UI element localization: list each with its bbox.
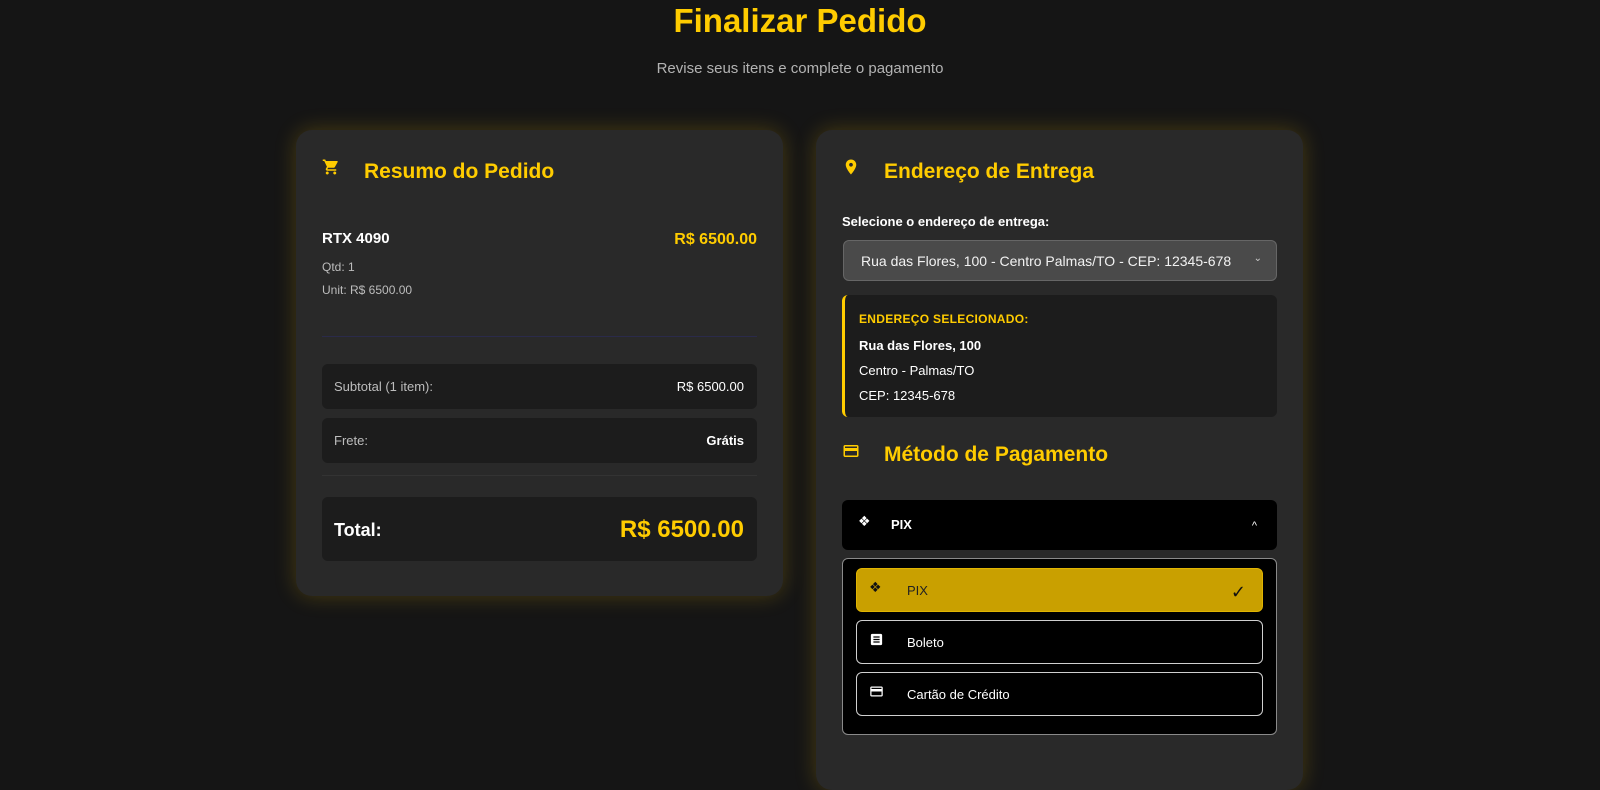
payment-option-pix[interactable]: ❖ PIX ✓: [856, 568, 1263, 612]
shipping-label: Frete:: [334, 433, 368, 448]
divider: [322, 336, 757, 337]
order-summary-title: Resumo do Pedido: [364, 160, 555, 183]
payment-option-credit-card[interactable]: Cartão de Crédito: [856, 672, 1263, 716]
total-row: Total: R$ 6500.00: [322, 497, 757, 561]
payment-option-label: Boleto: [907, 635, 944, 650]
cart-icon: [322, 159, 338, 175]
document-icon: [870, 633, 883, 646]
checkmark-icon: ✓: [1230, 582, 1246, 602]
address-street: Rua das Flores, 100: [859, 338, 982, 353]
address-select-label: Selecione o endereço de entrega:: [842, 214, 1050, 229]
address-select[interactable]: Rua das Flores, 100 - Centro Palmas/TO -…: [843, 240, 1277, 281]
address-city: Centro - Palmas/TO: [859, 363, 975, 378]
pix-icon: ❖: [869, 579, 882, 595]
shipping-row: Frete: Grátis: [322, 418, 757, 463]
order-summary-card: Resumo do Pedido RTX 4090 R$ 6500.00 Qtd…: [296, 130, 783, 596]
item-price: R$ 6500.00: [674, 231, 757, 248]
pix-icon: ❖: [858, 513, 871, 529]
address-cep: CEP: 12345-678: [859, 388, 956, 403]
page-subtitle: Revise seus itens e complete o pagamento: [656, 60, 944, 77]
payment-option-boleto[interactable]: Boleto: [856, 620, 1263, 664]
payment-option-label: Cartão de Crédito: [907, 687, 1010, 702]
subtotal-value: R$ 6500.00: [676, 379, 744, 394]
subtotal-row: Subtotal (1 item): R$ 6500.00: [322, 364, 757, 409]
selected-address-header: ENDEREÇO SELECIONADO:: [859, 312, 1029, 326]
subtotal-label: Subtotal (1 item):: [334, 379, 433, 394]
location-pin-icon: [845, 159, 857, 175]
credit-card-icon: [843, 445, 859, 457]
delivery-payment-card: Endereço de Entrega Selecione o endereço…: [816, 130, 1303, 790]
credit-card-icon: [870, 686, 883, 697]
shipping-value: Grátis: [706, 433, 744, 448]
address-title: Endereço de Entrega: [884, 160, 1095, 183]
chevron-up-icon: ^: [1251, 520, 1257, 532]
total-value: R$ 6500.00: [619, 516, 744, 543]
page-title: Finalizar Pedido: [673, 2, 927, 39]
address-select-value: Rua das Flores, 100 - Centro Palmas/TO -…: [861, 253, 1232, 269]
payment-method-select[interactable]: ❖ PIX ^: [842, 500, 1277, 550]
item-name: RTX 4090: [322, 230, 390, 247]
payment-selected-value: PIX: [891, 517, 912, 532]
item-unit-price: Unit: R$ 6500.00: [322, 283, 413, 297]
chevron-down-icon: ⌄: [1253, 253, 1262, 264]
divider: [322, 475, 757, 476]
payment-title: Método de Pagamento: [884, 443, 1109, 466]
payment-option-label: PIX: [907, 583, 928, 598]
item-quantity: Qtd: 1: [322, 260, 355, 274]
total-label: Total:: [334, 520, 382, 540]
payment-options-list: ❖ PIX ✓ Boleto Cartão de Crédito: [842, 558, 1277, 735]
selected-address-box: ENDEREÇO SELECIONADO: Rua das Flores, 10…: [842, 295, 1277, 417]
